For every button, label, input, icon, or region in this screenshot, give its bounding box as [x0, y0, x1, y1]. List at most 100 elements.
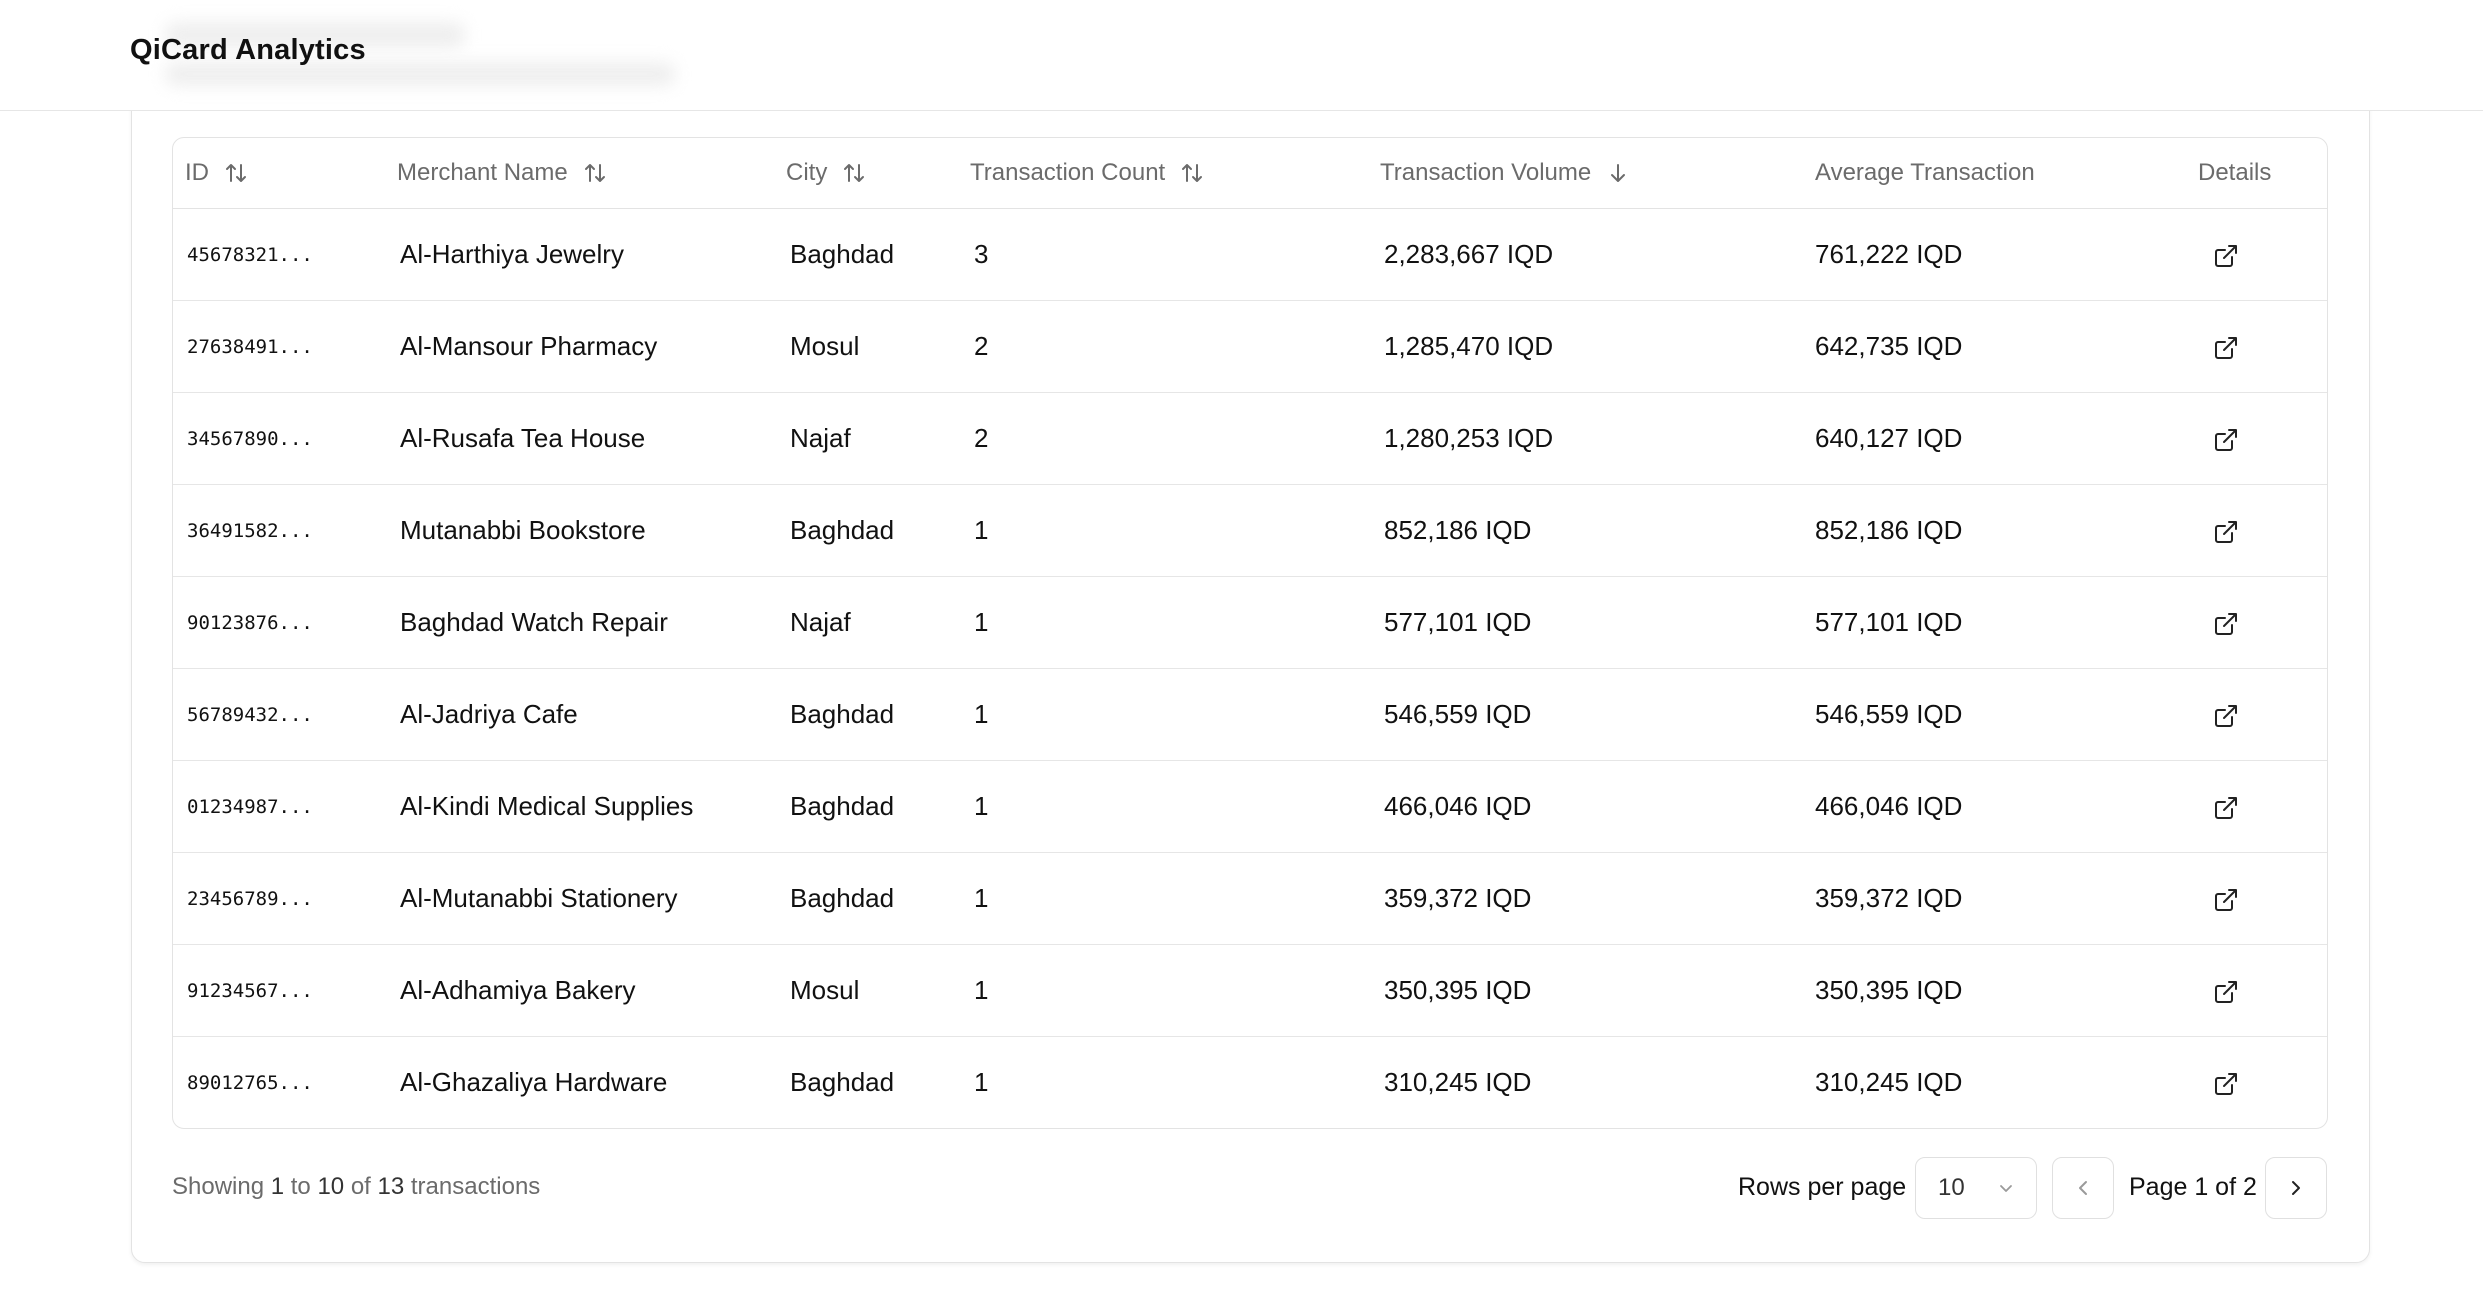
showing-prefix: Showing	[172, 1173, 265, 1200]
chevron-left-icon	[2079, 1181, 2087, 1195]
table-row: 45678321... Al-Harthiya Jewelry Baghdad 3 2,…	[173, 208, 2327, 301]
details-cell	[2172, 760, 2327, 853]
city-cell: Mosul	[786, 944, 970, 1037]
sort-both-icon[interactable]	[1179, 160, 1205, 186]
column-header-merchant-name[interactable]: Merchant Name	[343, 138, 786, 209]
table-row: 56789432... Al-Jadriya Cafe Baghdad 1 546,55…	[173, 668, 2327, 761]
previous-page-button[interactable]	[2052, 1157, 2114, 1219]
table-row: 34567890... Al-Rusafa Tea House Najaf 2 1,28…	[173, 392, 2327, 485]
sort-both-icon[interactable]	[582, 160, 608, 186]
merchant-name-cell: Al-Jadriya Cafe	[343, 668, 786, 761]
external-link-icon[interactable]	[2212, 242, 2240, 270]
details-cell	[2172, 208, 2327, 301]
summary-suffix: transactions	[410, 1173, 541, 1200]
transaction-volume-cell: 852,186 IQD	[1380, 484, 1815, 577]
average-transaction-cell: 852,186 IQD	[1815, 484, 2172, 577]
chevron-right-icon	[2292, 1181, 2300, 1195]
table-row: 91234567... Al-Adhamiya Bakery Mosul 1 350,3…	[173, 944, 2327, 1037]
merchant-name-cell: Al-Harthiya Jewelry	[343, 208, 786, 301]
external-link-icon[interactable]	[2212, 518, 2240, 546]
merchant-id-cell: 01234987...	[173, 760, 343, 853]
transaction-count-cell: 1	[970, 484, 1380, 577]
table-row: 01234987... Al-Kindi Medical Supplies Bagh…	[173, 760, 2327, 853]
sort-both-icon[interactable]	[223, 160, 249, 186]
range-from: 1	[270, 1173, 285, 1200]
page-indicator: Page 1 of 2	[2129, 1173, 2257, 1201]
column-header-label: Details	[2198, 159, 2272, 186]
transaction-count-cell: 2	[970, 300, 1380, 393]
column-header-details: Details	[2172, 138, 2327, 209]
transaction-volume-cell: 2,283,667 IQD	[1380, 208, 1815, 301]
average-transaction-cell: 546,559 IQD	[1815, 668, 2172, 761]
merchant-id-cell: 90123876...	[173, 576, 343, 669]
city-cell: Baghdad	[786, 484, 970, 577]
merchant-name-cell: Al-Rusafa Tea House	[343, 392, 786, 485]
column-header-label: Merchant Name	[397, 159, 568, 186]
rows-per-page-label: Rows per page	[1738, 1173, 1907, 1201]
column-header-city[interactable]: City	[786, 138, 970, 209]
transaction-count-cell: 1	[970, 852, 1380, 945]
external-link-icon[interactable]	[2212, 702, 2240, 730]
details-cell	[2172, 484, 2327, 577]
merchant-id-cell: 45678321...	[173, 208, 343, 301]
column-header-transaction-volume[interactable]: Transaction Volume	[1380, 138, 1815, 209]
external-link-icon[interactable]	[2212, 610, 2240, 638]
average-transaction-cell: 466,046 IQD	[1815, 760, 2172, 853]
details-cell	[2172, 1037, 2327, 1129]
merchant-name-cell: Baghdad Watch Repair	[343, 576, 786, 669]
sort-both-icon[interactable]	[841, 160, 867, 186]
transaction-count-cell: 1	[970, 944, 1380, 1037]
column-header-label: Average Transaction	[1815, 159, 2035, 186]
city-cell: Baghdad	[786, 760, 970, 853]
merchant-id-cell: 34567890...	[173, 392, 343, 485]
average-transaction-cell: 350,395 IQD	[1815, 944, 2172, 1037]
table-header-row: ID Merchant Name City Transaction Count Tran…	[173, 138, 2327, 209]
external-link-icon[interactable]	[2212, 334, 2240, 362]
to-word: to	[290, 1173, 311, 1200]
merchant-id-cell: 36491582...	[173, 484, 343, 577]
table-row: 90123876... Baghdad Watch Repair Najaf 1 577…	[173, 576, 2327, 669]
rows-per-page-value: 10	[1938, 1174, 1965, 1201]
external-link-icon[interactable]	[2212, 978, 2240, 1006]
rows-per-page-select[interactable]: 10	[1915, 1157, 2037, 1219]
transaction-volume-cell: 1,280,253 IQD	[1380, 392, 1815, 485]
details-cell	[2172, 668, 2327, 761]
transaction-count-cell: 1	[970, 760, 1380, 853]
column-header-label: Transaction Count	[970, 159, 1166, 186]
sort-descending-icon[interactable]	[1605, 160, 1631, 186]
city-cell: Baghdad	[786, 208, 970, 301]
city-cell: Najaf	[786, 576, 970, 669]
table-row: 23456789... Al-Mutanabbi Stationery Baghda…	[173, 852, 2327, 945]
external-link-icon[interactable]	[2212, 1070, 2240, 1098]
column-header-id[interactable]: ID	[173, 138, 343, 209]
merchant-id-cell: 27638491...	[173, 300, 343, 393]
transaction-volume-cell: 546,559 IQD	[1380, 668, 1815, 761]
average-transaction-cell: 577,101 IQD	[1815, 576, 2172, 669]
app-title: QiCard Analytics	[130, 34, 366, 66]
details-cell	[2172, 392, 2327, 485]
city-cell: Mosul	[786, 300, 970, 393]
details-cell	[2172, 576, 2327, 669]
city-cell: Baghdad	[786, 852, 970, 945]
merchant-name-cell: Al-Adhamiya Bakery	[343, 944, 786, 1037]
top-header: QiCard Analytics	[0, 0, 2483, 111]
transaction-volume-cell: 310,245 IQD	[1384, 1067, 1532, 1097]
details-cell	[2172, 852, 2327, 945]
next-page-button[interactable]	[2265, 1157, 2327, 1219]
details-cell	[2172, 300, 2327, 393]
transaction-count-cell: 1	[970, 668, 1380, 761]
external-link-icon[interactable]	[2212, 426, 2240, 454]
table-row: 89012765... Al-Ghazaliya Hardware Baghdad 1…	[173, 1037, 2327, 1129]
column-header-label: ID	[185, 159, 209, 186]
external-link-icon[interactable]	[2212, 794, 2240, 822]
column-header-transaction-count[interactable]: Transaction Count	[970, 138, 1380, 209]
merchant-name-cell: Mutanabbi Bookstore	[343, 484, 786, 577]
merchant-id-cell: 91234567...	[173, 944, 343, 1037]
external-link-icon[interactable]	[2212, 886, 2240, 914]
transaction-volume-cell: 1,285,470 IQD	[1380, 300, 1815, 393]
column-header-average-transaction: Average Transaction	[1815, 138, 2172, 209]
merchant-name-cell: Al-Mansour Pharmacy	[343, 300, 786, 393]
range-to: 10	[317, 1173, 345, 1200]
table-body: 45678321... Al-Harthiya Jewelry Baghdad 3 2,…	[173, 208, 2327, 1129]
transaction-volume-cell: 350,395 IQD	[1380, 944, 1815, 1037]
